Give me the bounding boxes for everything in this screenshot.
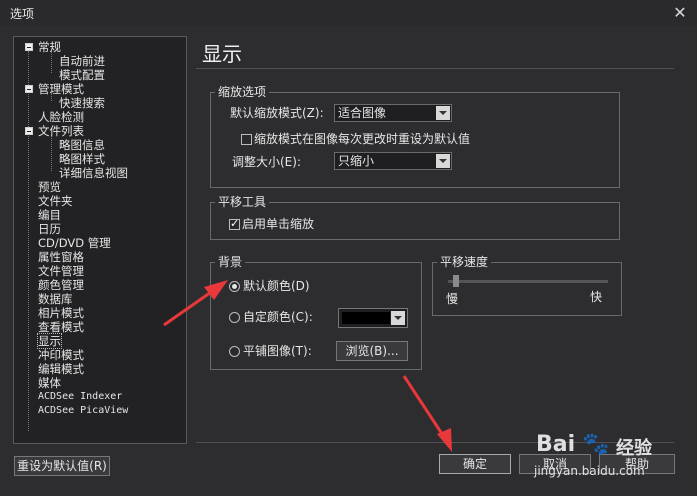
- tile-image-label: 平铺图像(T):: [243, 344, 312, 358]
- tree-item-auto-advance[interactable]: 自动前进: [59, 54, 105, 68]
- ok-button[interactable]: 确定: [439, 454, 511, 474]
- chevron-down-icon[interactable]: [436, 154, 450, 168]
- tile-image-radio[interactable]: [229, 346, 240, 357]
- pan-speed-slider[interactable]: [448, 280, 608, 283]
- tree-item-mode-config[interactable]: 模式配置: [59, 68, 105, 82]
- close-icon[interactable]: ✕: [670, 3, 690, 23]
- title-bar: 选项 ✕: [0, 0, 697, 26]
- page-title: 显示: [202, 42, 242, 66]
- tree-item-face-detect[interactable]: 人脸检测: [38, 110, 84, 124]
- tree-item-print-mode[interactable]: 冲印模式: [38, 348, 84, 362]
- fast-label: 快: [590, 290, 603, 304]
- tree-item-indexer[interactable]: ACDSee Indexer: [38, 390, 122, 404]
- tree-item-folders[interactable]: 文件夹: [38, 194, 73, 208]
- tree-item-database[interactable]: 数据库: [38, 292, 73, 306]
- custom-color-radio[interactable]: [229, 312, 240, 323]
- collapse-icon[interactable]: [25, 127, 33, 135]
- paw-icon: 🐾: [582, 432, 610, 457]
- color-swatch: [342, 312, 390, 324]
- background-title: 背景: [215, 255, 246, 269]
- default-color-label: 默认颜色(D): [243, 279, 310, 293]
- pan-speed-title: 平移速度: [437, 255, 492, 269]
- tree-item-preview[interactable]: 预览: [38, 180, 61, 194]
- baidu-watermark: Bai 🐾 经验 jingyan.baidu.com: [520, 430, 690, 490]
- default-zoom-select[interactable]: 适合图像: [334, 104, 452, 122]
- tree-item-thumb-style[interactable]: 略图样式: [59, 152, 105, 166]
- tree-item-properties-pane[interactable]: 属性窗格: [38, 250, 84, 264]
- browse-button[interactable]: 浏览(B)...: [336, 341, 408, 361]
- tree-item-file-manage[interactable]: 文件管理: [38, 264, 84, 278]
- single-click-zoom-checkbox[interactable]: [229, 217, 240, 230]
- tree-item-photo-mode[interactable]: 相片模式: [38, 306, 84, 320]
- tree-item-display[interactable]: 显示: [37, 333, 62, 349]
- zoom-options-title: 缩放选项: [215, 85, 270, 99]
- reset-zoom-checkbox[interactable]: [241, 134, 252, 145]
- tree-item-quick-search[interactable]: 快速搜索: [59, 96, 105, 110]
- watermark-brand: Bai: [536, 432, 576, 457]
- slow-label: 慢: [446, 292, 459, 306]
- tree-item-manage-mode[interactable]: 管理模式: [38, 82, 84, 96]
- reset-defaults-button[interactable]: 重设为默认值(R): [14, 456, 110, 476]
- tree-item-thumb-info[interactable]: 略图信息: [59, 138, 105, 152]
- collapse-icon[interactable]: [25, 43, 33, 51]
- options-tree[interactable]: 常规 自动前进 模式配置 管理模式 快速搜索 人脸检测 文件列表 略图信息 略图…: [13, 36, 187, 444]
- tree-item-media[interactable]: 媒体: [38, 376, 61, 390]
- chevron-down-icon[interactable]: [391, 311, 405, 325]
- tree-item-cd-dvd[interactable]: CD/DVD 管理: [38, 236, 111, 250]
- tree-item-view-mode[interactable]: 查看模式: [38, 320, 84, 334]
- window-title: 选项: [10, 7, 35, 21]
- tree-item-details-view[interactable]: 详细信息视图: [59, 166, 128, 180]
- default-color-radio[interactable]: [229, 281, 240, 292]
- default-zoom-label: 默认缩放模式(Z):: [230, 106, 324, 120]
- arrow-to-ok-button: [402, 375, 452, 452]
- collapse-icon[interactable]: [25, 85, 33, 93]
- title-divider: [196, 68, 674, 69]
- watermark-suffix: 经验: [616, 438, 652, 459]
- tree-item-calendar[interactable]: 日历: [38, 222, 61, 236]
- color-picker[interactable]: [338, 308, 408, 328]
- pan-tool-title: 平移工具: [215, 195, 270, 209]
- tree-item-color-manage[interactable]: 颜色管理: [38, 278, 84, 292]
- resize-select[interactable]: 只缩小: [334, 152, 452, 170]
- reset-zoom-label: 缩放模式在图像每次更改时重设为默认值: [254, 132, 471, 146]
- tree-item-edit-mode[interactable]: 编辑模式: [38, 362, 84, 376]
- tree-item-picaview[interactable]: ACDSee PicaView: [38, 404, 128, 418]
- watermark-url: jingyan.baidu.com: [534, 464, 645, 478]
- slider-thumb[interactable]: [452, 275, 459, 287]
- tree-item-file-list[interactable]: 文件列表: [38, 124, 84, 138]
- chevron-down-icon[interactable]: [436, 106, 450, 120]
- single-click-zoom-label: 启用单击缩放: [242, 217, 315, 231]
- resize-label: 调整大小(E):: [232, 155, 301, 169]
- tree-item-catalog[interactable]: 编目: [38, 208, 61, 222]
- custom-color-label: 自定颜色(C):: [243, 310, 313, 324]
- tree-item-general[interactable]: 常规: [38, 40, 61, 54]
